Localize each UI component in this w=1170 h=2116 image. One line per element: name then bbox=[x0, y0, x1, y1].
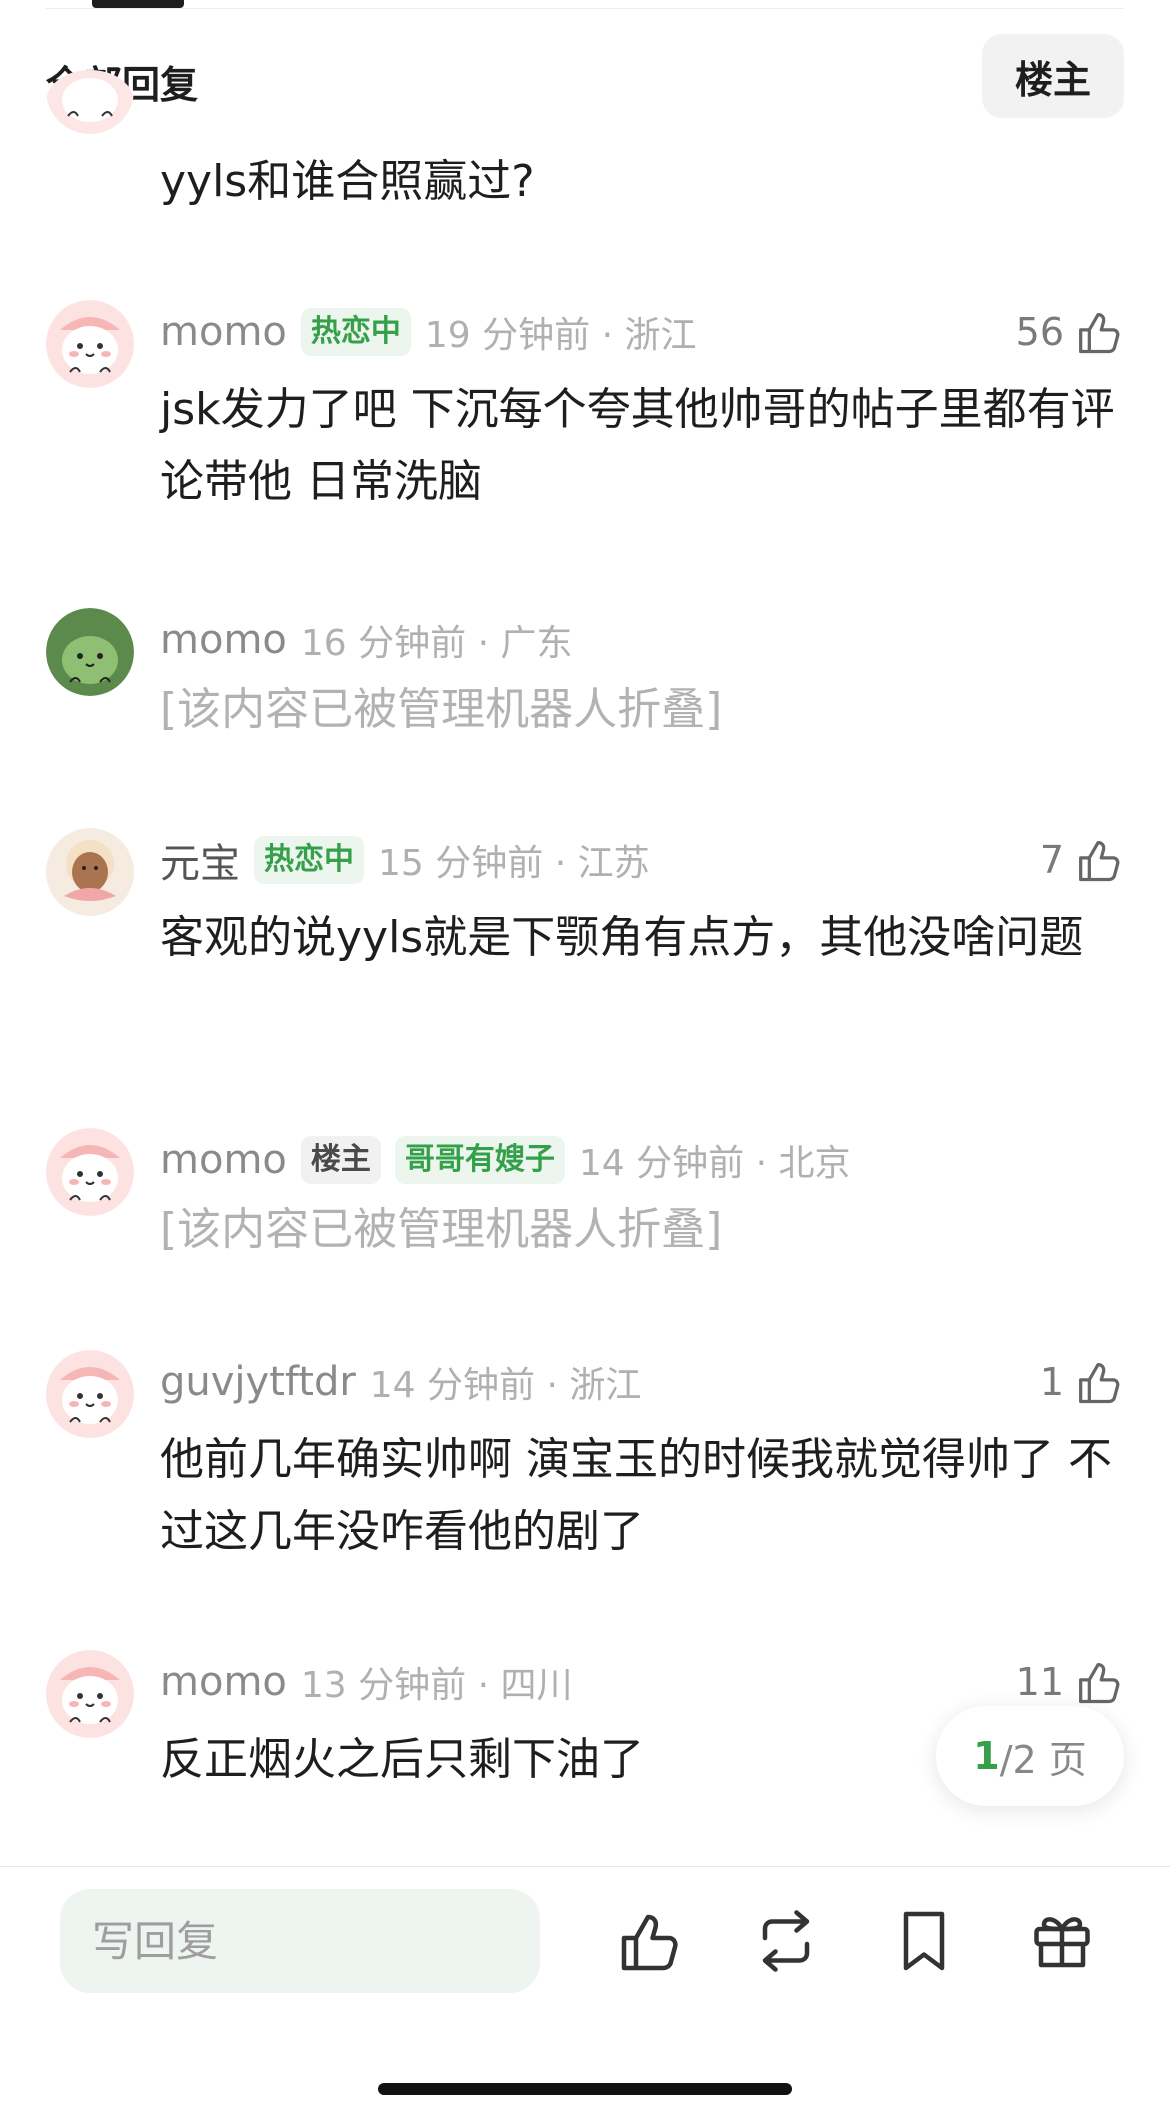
comment-time: 13 分钟前 · 四川 bbox=[300, 1665, 573, 1706]
gift-button[interactable] bbox=[1026, 1905, 1098, 1977]
comment-text: 客观的说yyls就是下颚角有点方，其他没啥问题 bbox=[160, 912, 1084, 963]
like-button[interactable]: 7 bbox=[1040, 828, 1124, 892]
avatar[interactable] bbox=[46, 1350, 134, 1438]
comment-meta: momo 楼主 哥哥有嫂子 14 分钟前 · 北京 bbox=[160, 1132, 850, 1188]
repost-button[interactable] bbox=[750, 1905, 822, 1977]
bookmark-icon bbox=[903, 1911, 945, 1971]
comment-item[interactable]: momo 热恋中 19 分钟前 · 浙江 56 jsk发力了吧 下沉每个夸其他帅… bbox=[0, 300, 1170, 520]
comment-text: 反正烟火之后只剩下油了 bbox=[160, 1734, 644, 1785]
comment-item[interactable]: momo 16 分钟前 · 广东 [该内容已被管理机器人折叠] bbox=[0, 608, 1170, 758]
comment-time: 15 分钟前 · 江苏 bbox=[378, 843, 650, 884]
comment-meta: momo 热恋中 19 分钟前 · 浙江 bbox=[160, 304, 696, 360]
comment-time: 14 分钟前 · 北京 bbox=[578, 1143, 851, 1184]
thumbs-up-icon bbox=[1079, 1363, 1120, 1404]
op-badge: 楼主 bbox=[300, 1136, 381, 1184]
status-badge: 哥哥有嫂子 bbox=[394, 1136, 565, 1184]
avatar[interactable] bbox=[46, 70, 134, 134]
top-divider bbox=[46, 8, 1124, 9]
like-count: 1 bbox=[1039, 1360, 1064, 1404]
repost-icon bbox=[762, 1910, 810, 1972]
folded-comment-text[interactable]: [该内容已被管理机器人折叠] bbox=[160, 1194, 1124, 1266]
like-post-button[interactable] bbox=[612, 1905, 684, 1977]
thumbs-up-icon bbox=[1079, 841, 1120, 882]
status-badge: 热恋中 bbox=[300, 308, 411, 356]
comment-text: 他前几年确实帅啊 演宝玉的时候我就觉得帅了 不过这几年没咋看他的剧了 bbox=[160, 1434, 1112, 1557]
username[interactable]: momo bbox=[160, 617, 287, 663]
comment-meta: 元宝 热恋中 15 分钟前 · 江苏 bbox=[160, 832, 650, 888]
comment-time: 19 分钟前 · 浙江 bbox=[424, 315, 697, 356]
home-indicator bbox=[378, 2083, 792, 2095]
thumbs-up-icon bbox=[1079, 313, 1120, 354]
like-button[interactable]: 11 bbox=[1016, 1650, 1124, 1714]
page-current: 1 bbox=[973, 1734, 1000, 1778]
username[interactable]: momo bbox=[160, 309, 287, 355]
bookmark-button[interactable] bbox=[888, 1905, 960, 1977]
username[interactable]: 元宝 bbox=[160, 831, 240, 889]
thumbs-up-icon bbox=[621, 1914, 678, 1971]
top-tab-indicator bbox=[92, 0, 184, 8]
comment-time: 14 分钟前 · 浙江 bbox=[369, 1365, 642, 1406]
avatar[interactable] bbox=[46, 1128, 134, 1216]
gift-icon bbox=[1034, 1917, 1090, 1968]
comment-text: jsk发力了吧 下沉每个夸其他帅哥的帖子里都有评论带他 日常洗脑 bbox=[160, 384, 1115, 507]
like-button[interactable]: 1 bbox=[1040, 1350, 1124, 1414]
comment-meta: momo 16 分钟前 · 广东 bbox=[160, 612, 572, 668]
status-badge: 热恋中 bbox=[254, 836, 364, 884]
comment-meta: momo 13 分钟前 · 四川 bbox=[160, 1654, 572, 1710]
avatar[interactable] bbox=[46, 608, 134, 696]
thumbs-up-icon bbox=[1079, 1663, 1120, 1704]
comment-item[interactable]: guvjytftdr 14 分钟前 · 浙江 1 他前几年确实帅啊 演宝玉的时候… bbox=[0, 1350, 1170, 1570]
comment-time: 16 分钟前 · 广东 bbox=[300, 623, 573, 664]
comment-text: yyls和谁合照赢过? bbox=[160, 156, 535, 207]
avatar[interactable] bbox=[46, 300, 134, 388]
avatar[interactable] bbox=[46, 1650, 134, 1738]
username[interactable]: momo bbox=[160, 1659, 287, 1705]
like-button[interactable]: 56 bbox=[1016, 300, 1124, 364]
bottom-action-bar bbox=[0, 1866, 1170, 2116]
like-count: 56 bbox=[1015, 310, 1064, 354]
comment-item[interactable]: momo 楼主 哥哥有嫂子 14 分钟前 · 北京 [该内容已被管理机器人折叠] bbox=[0, 1128, 1170, 1278]
page-total: /2 页 bbox=[999, 1737, 1087, 1782]
like-count: 11 bbox=[1015, 1660, 1064, 1704]
comment-item[interactable]: yyls和谁合照赢过? bbox=[0, 70, 1170, 210]
folded-comment-text[interactable]: [该内容已被管理机器人折叠] bbox=[160, 674, 1124, 746]
page-indicator[interactable]: 1/2 页 bbox=[936, 1706, 1124, 1806]
like-count: 7 bbox=[1039, 838, 1064, 882]
comment-item[interactable]: 元宝 热恋中 15 分钟前 · 江苏 7 客观的说yyls就是下颚角有点方，其他… bbox=[0, 828, 1170, 1048]
username[interactable]: guvjytftdr bbox=[160, 1359, 356, 1405]
reply-input[interactable] bbox=[60, 1889, 540, 1993]
avatar[interactable] bbox=[46, 828, 134, 916]
username[interactable]: momo bbox=[160, 1137, 287, 1183]
comment-meta: guvjytftdr 14 分钟前 · 浙江 bbox=[160, 1354, 641, 1410]
